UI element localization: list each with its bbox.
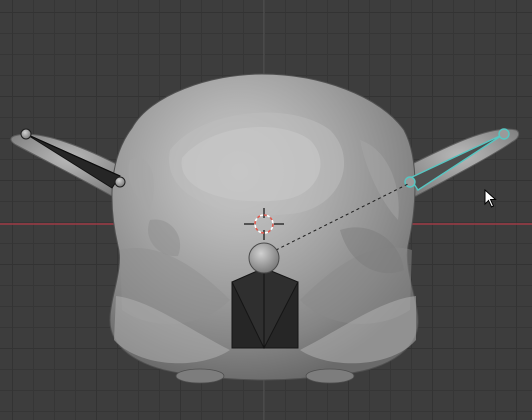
bone-left-ear-head-joint[interactable]: [20, 128, 32, 140]
bone-left-ear-tail-joint[interactable]: [114, 176, 126, 188]
3d-viewport[interactable]: [0, 0, 532, 420]
chin-bump: [175, 368, 225, 384]
scene-render[interactable]: [0, 0, 532, 420]
chin-bump: [305, 368, 355, 384]
arrow-cursor-icon: [484, 189, 497, 208]
bone-body-head-joint[interactable]: [248, 242, 280, 274]
bone-right-ear-tail-joint[interactable]: [404, 176, 416, 188]
bone-right-ear-head-joint[interactable]: [498, 128, 510, 140]
